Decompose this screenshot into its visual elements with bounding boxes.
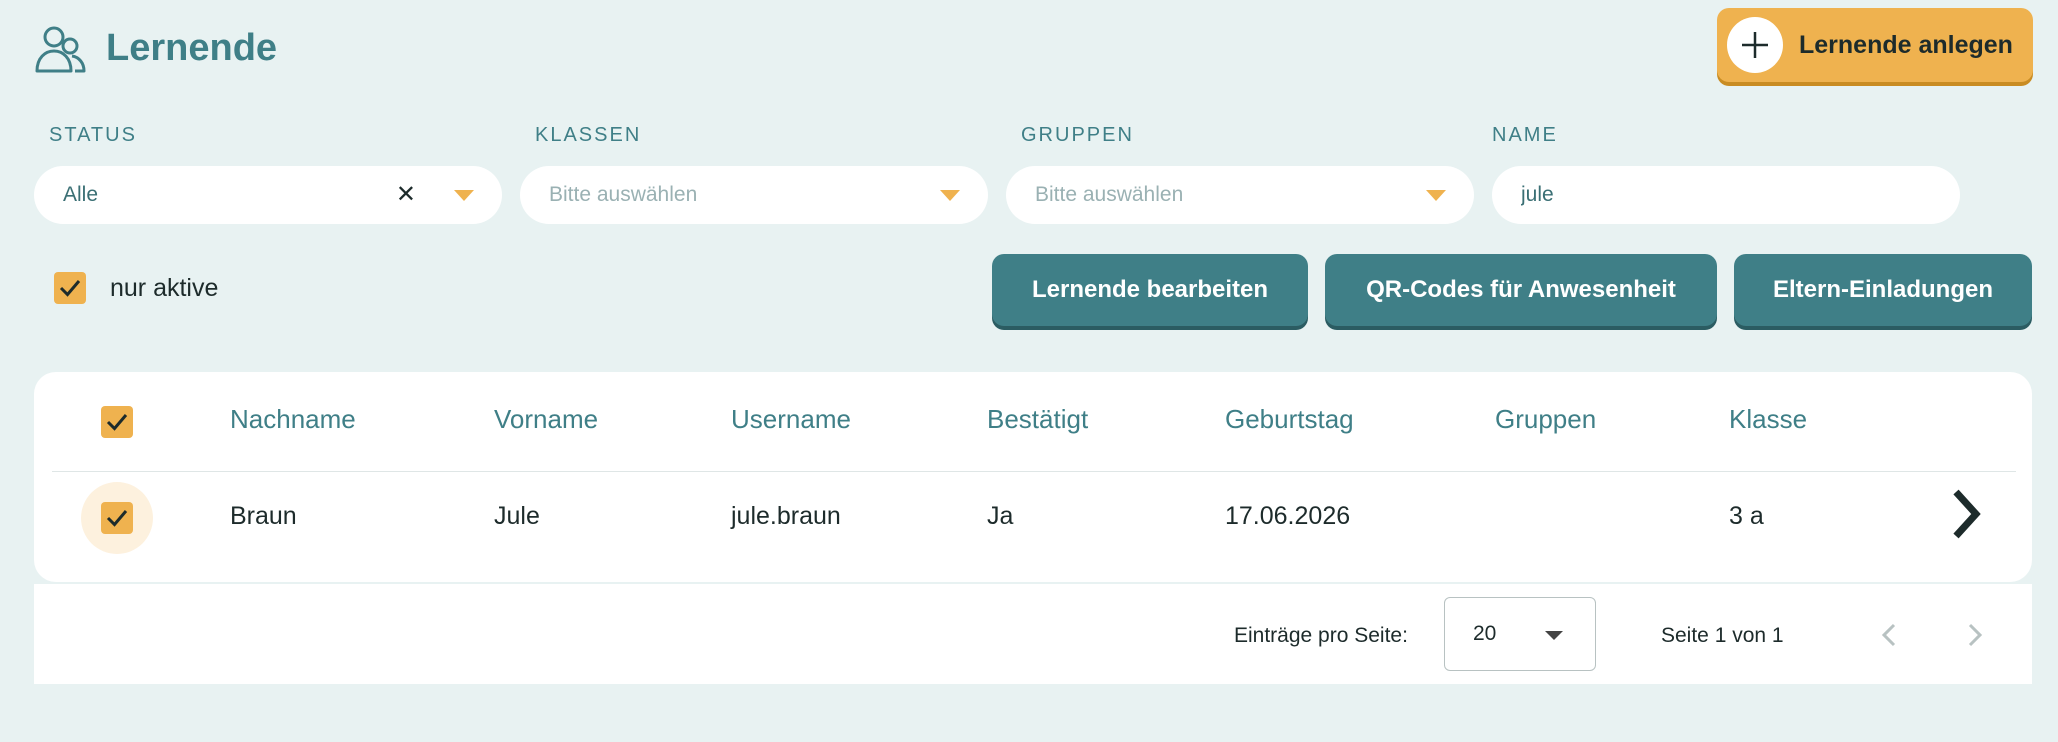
cell-vorname: Jule xyxy=(494,502,540,530)
chevron-down-icon[interactable] xyxy=(940,190,960,201)
next-page-icon[interactable] xyxy=(1963,620,1987,650)
per-page-select[interactable]: 20 xyxy=(1444,597,1596,671)
add-learner-label: Lernende anlegen xyxy=(1799,30,2013,59)
column-header-klasse[interactable]: Klasse xyxy=(1729,404,1807,435)
row-checkbox[interactable] xyxy=(101,502,133,534)
only-active-filter[interactable]: nur aktive xyxy=(54,272,218,304)
page-title: Lernende xyxy=(106,26,278,69)
cell-nachname: Braun xyxy=(230,502,297,530)
row-select-checkbox[interactable] xyxy=(81,482,153,554)
users-icon xyxy=(35,26,86,73)
status-select[interactable]: Alle ✕ xyxy=(34,166,502,224)
cell-geburtstag: 17.06.2026 xyxy=(1225,502,1351,530)
previous-page-icon[interactable] xyxy=(1877,620,1901,650)
klassen-select-placeholder: Bitte auswählen xyxy=(549,183,698,206)
chevron-down-icon[interactable] xyxy=(454,190,474,201)
column-header-gruppen[interactable]: Gruppen xyxy=(1495,404,1596,435)
cell-username: jule.braun xyxy=(731,502,841,530)
status-filter-label: STATUS xyxy=(49,124,137,146)
name-filter-label: NAME xyxy=(1492,124,1558,146)
checkmark-icon xyxy=(59,280,81,297)
chevron-down-icon[interactable] xyxy=(1426,190,1446,201)
cell-bestaetigt: Ja xyxy=(987,502,1014,530)
chevron-down-icon xyxy=(1545,631,1563,640)
only-active-label: nur aktive xyxy=(110,273,219,302)
klassen-filter-label: KLASSEN xyxy=(535,124,642,146)
table-divider xyxy=(52,471,2016,472)
name-search-input[interactable] xyxy=(1492,166,1960,224)
edit-learners-button[interactable]: Lernende bearbeiten xyxy=(992,254,1308,326)
qr-codes-button[interactable]: QR-Codes für Anwesenheit xyxy=(1325,254,1717,326)
column-header-username[interactable]: Username xyxy=(731,404,851,435)
gruppen-select[interactable]: Bitte auswählen xyxy=(1006,166,1474,224)
add-learner-button[interactable]: Lernende anlegen xyxy=(1717,8,2033,82)
clear-icon[interactable]: ✕ xyxy=(396,180,416,209)
checkmark-icon xyxy=(106,414,128,431)
gruppen-select-placeholder: Bitte auswählen xyxy=(1035,183,1184,206)
only-active-checkbox[interactable] xyxy=(54,272,86,304)
column-header-geburtstag[interactable]: Geburtstag xyxy=(1225,404,1354,435)
column-header-nachname[interactable]: Nachname xyxy=(230,404,356,435)
gruppen-filter-label: GRUPPEN xyxy=(1021,124,1134,146)
chevron-right-icon[interactable] xyxy=(1946,488,1986,540)
page-info: Seite 1 von 1 xyxy=(1661,624,1784,647)
plus-icon xyxy=(1727,17,1783,73)
column-header-vorname[interactable]: Vorname xyxy=(494,404,598,435)
checkmark-icon xyxy=(106,510,128,527)
select-all-checkbox[interactable] xyxy=(101,406,133,438)
page-header: Lernende xyxy=(34,18,277,78)
cell-klasse: 3 a xyxy=(1729,502,1764,530)
status-select-value: Alle xyxy=(63,183,99,206)
per-page-label: Einträge pro Seite: xyxy=(1234,624,1408,647)
column-header-bestaetigt[interactable]: Bestätigt xyxy=(987,404,1088,435)
parent-invites-button[interactable]: Eltern-Einladungen xyxy=(1734,254,2032,326)
klassen-select[interactable]: Bitte auswählen xyxy=(520,166,988,224)
per-page-value: 20 xyxy=(1473,622,1497,645)
